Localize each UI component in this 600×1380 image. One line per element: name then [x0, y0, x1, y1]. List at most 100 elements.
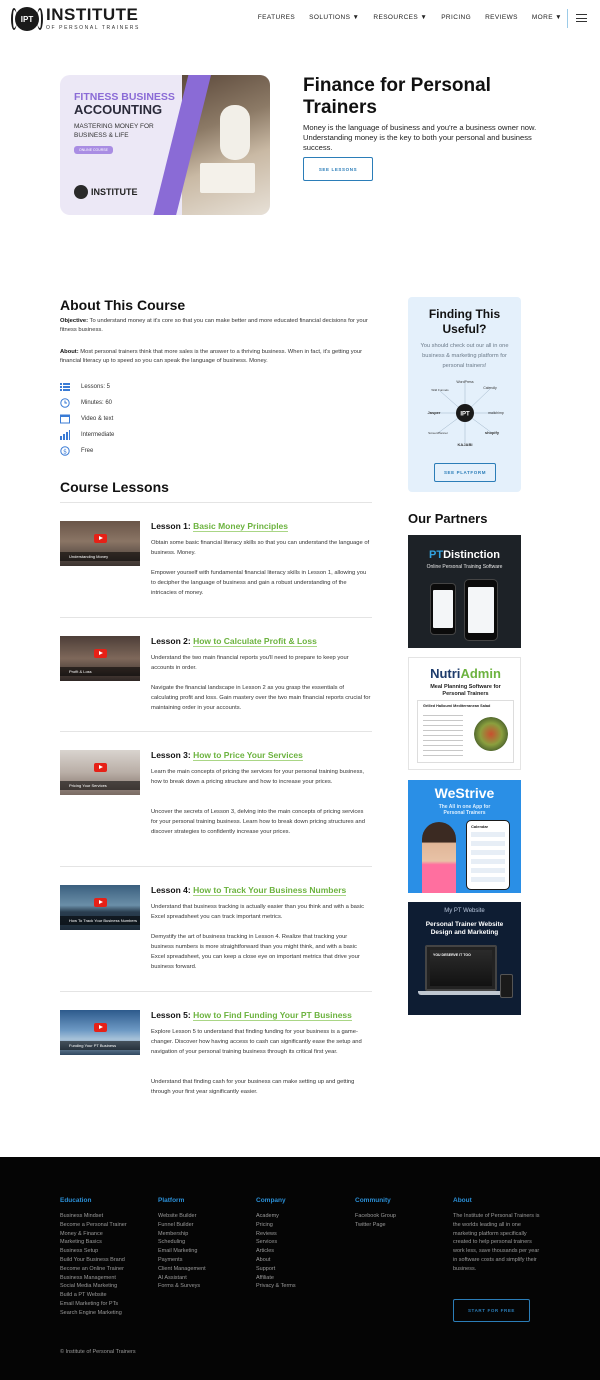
- phone-graphic: [430, 583, 456, 635]
- footer-link[interactable]: About: [256, 1256, 296, 1265]
- phone-graphic: [464, 579, 498, 641]
- lesson-title: Lesson 2: How to Calculate Profit & Loss: [151, 636, 317, 647]
- footer-link[interactable]: Pricing: [256, 1221, 296, 1230]
- logo-badge: IPT: [11, 5, 43, 33]
- about-heading: About This Course: [60, 297, 186, 313]
- cover-pill: ONLINE COURSE: [74, 146, 113, 154]
- footer-link[interactable]: Academy: [256, 1212, 296, 1221]
- footer-link[interactable]: Website Builder: [158, 1212, 206, 1221]
- footer-link[interactable]: Services: [256, 1238, 296, 1247]
- hub-logo: ScreenPlanner: [428, 431, 448, 435]
- divider: [60, 866, 372, 867]
- footer-link[interactable]: Search Engine Marketing: [60, 1309, 127, 1318]
- play-icon[interactable]: [94, 649, 107, 658]
- nav-solutions[interactable]: SOLUTIONS ▼: [309, 14, 359, 21]
- cta-description: You should check out our all in one busi…: [420, 343, 509, 369]
- dollar-icon: $: [60, 446, 70, 456]
- lesson-video-thumbnail[interactable]: How To Track Your Business Numbers: [60, 885, 140, 930]
- footer-link[interactable]: Become a Personal Trainer: [60, 1221, 127, 1230]
- footer-link[interactable]: Build a PT Website: [60, 1291, 127, 1300]
- hub-logo: Calendly: [483, 386, 497, 390]
- partner-westrive[interactable]: WeStrive The All in one App for Personal…: [408, 780, 521, 893]
- menu-icon[interactable]: [576, 14, 587, 22]
- lesson-video-thumbnail[interactable]: Profit & Loss: [60, 636, 140, 681]
- footer-link[interactable]: Payments: [158, 1256, 206, 1265]
- phone-graphic: [500, 974, 513, 998]
- play-icon[interactable]: [94, 534, 107, 543]
- hub-logo: Jasper: [428, 410, 441, 415]
- footer-col-community: Community Facebook Group Twitter Page: [355, 1197, 396, 1230]
- footer-link[interactable]: Articles: [256, 1247, 296, 1256]
- lesson-link[interactable]: How to Calculate Profit & Loss: [193, 636, 317, 647]
- start-for-free-button[interactable]: START FOR FREE: [453, 1299, 530, 1322]
- partner-nutriadmin[interactable]: NutriAdmin Meal Planning Software for Pe…: [408, 657, 521, 770]
- footer-link[interactable]: Business Setup: [60, 1247, 127, 1256]
- lesson-link[interactable]: How to Track Your Business Numbers: [193, 885, 347, 896]
- footer-link[interactable]: Forms & Surveys: [158, 1282, 206, 1291]
- divider: [60, 731, 372, 732]
- partner-ptdistinction[interactable]: PTDistinction Online Personal Training S…: [408, 535, 521, 648]
- lesson-video-thumbnail[interactable]: Understanding Money: [60, 521, 140, 566]
- footer-link[interactable]: Scheduling: [158, 1238, 206, 1247]
- phone-graphic: Calendar: [466, 820, 510, 890]
- footer-link[interactable]: Become an Online Trainer: [60, 1265, 127, 1274]
- hub-logo: KAJABI: [458, 442, 473, 447]
- cta-title: Finding This Useful?: [428, 307, 501, 336]
- partner-brand: WeStrive: [434, 785, 495, 801]
- footer-link[interactable]: AI Assistant: [158, 1274, 206, 1283]
- footer-link[interactable]: Social Media Marketing: [60, 1282, 127, 1291]
- lesson-title: Lesson 5: How to Find Funding Your PT Bu…: [151, 1010, 352, 1021]
- hub-logo: shopify: [485, 430, 500, 435]
- bar-chart-icon: [60, 430, 70, 440]
- footer-link[interactable]: Reviews: [256, 1230, 296, 1239]
- objective-text: Objective: To understand money at it's c…: [60, 318, 368, 333]
- nav-reviews[interactable]: REVIEWS: [485, 14, 518, 21]
- footer-link[interactable]: Email Marketing for PTs: [60, 1300, 127, 1309]
- nav-features[interactable]: FEATURES: [258, 14, 295, 21]
- play-icon[interactable]: [94, 763, 107, 772]
- footer-link[interactable]: Membership: [158, 1230, 206, 1239]
- see-platform-button[interactable]: SEE PLATFORM: [434, 463, 496, 482]
- footer-link[interactable]: Business Mindset: [60, 1212, 127, 1221]
- copyright: © Institute of Personal Trainers: [60, 1349, 136, 1355]
- lesson-link[interactable]: How to Price Your Services: [193, 750, 303, 761]
- svg-text:$: $: [63, 448, 67, 455]
- nav-divider: [567, 9, 568, 28]
- footer-link[interactable]: Business Management: [60, 1274, 127, 1283]
- footer-link[interactable]: Build Your Business Brand: [60, 1256, 127, 1265]
- partner-brand: My PT Website: [444, 908, 485, 914]
- lessons-heading: Course Lessons: [60, 479, 169, 495]
- partner-tagline: Online Personal Training Software: [426, 564, 503, 570]
- footer-link[interactable]: Privacy & Terms: [256, 1282, 296, 1291]
- play-icon[interactable]: [94, 898, 107, 907]
- nav-more[interactable]: MORE ▼: [532, 14, 562, 21]
- nav-pricing[interactable]: PRICING: [441, 14, 471, 21]
- see-lessons-button[interactable]: SEE LESSONS: [303, 157, 373, 181]
- footer-link[interactable]: Email Marketing: [158, 1247, 206, 1256]
- lesson-link[interactable]: How to Find Funding Your PT Business: [193, 1010, 352, 1021]
- lesson-link[interactable]: Basic Money Principles: [193, 521, 289, 532]
- laptop-graphic: YOU DESERVE IT TOO: [425, 945, 497, 991]
- partner-myptwebsite[interactable]: My PT Website Personal Trainer Website D…: [408, 902, 521, 1015]
- play-icon[interactable]: [94, 1023, 107, 1032]
- footer-link[interactable]: Twitter Page: [355, 1221, 396, 1230]
- footer-link[interactable]: Money & Finance: [60, 1230, 127, 1239]
- lesson-video-thumbnail[interactable]: Pricing Your Services: [60, 750, 140, 795]
- footer-link[interactable]: Facebook Group: [355, 1212, 396, 1221]
- lesson-detail: Understand that finding cash for your bu…: [151, 1079, 355, 1095]
- site-logo[interactable]: IPT INSTITUTE OF PERSONAL TRAINERS: [11, 5, 140, 33]
- footer-link[interactable]: Support: [256, 1265, 296, 1274]
- footer-link[interactable]: Affiliate: [256, 1274, 296, 1283]
- partner-tagline: The All in one App for Personal Trainers: [438, 804, 491, 816]
- footer-link[interactable]: Client Management: [158, 1265, 206, 1274]
- divider: [60, 991, 372, 992]
- hub-logo: mailchimp: [488, 411, 504, 415]
- footer-link[interactable]: Marketing Basics: [60, 1238, 127, 1247]
- footer-link[interactable]: Funnel Builder: [158, 1221, 206, 1230]
- course-meta: Lessons: 5 Minutes: 60 Video & text Inte…: [60, 379, 114, 459]
- nav-resources[interactable]: RESOURCES ▼: [373, 14, 427, 21]
- lesson-title: Lesson 4: How to Track Your Business Num…: [151, 885, 347, 896]
- integrations-hub-graphic: IPT WordPress Calendly mailchimp shopify…: [428, 380, 504, 447]
- meta-lessons: Lessons: 5: [60, 379, 114, 395]
- lesson-video-thumbnail[interactable]: Funding Your PT Business: [60, 1010, 140, 1055]
